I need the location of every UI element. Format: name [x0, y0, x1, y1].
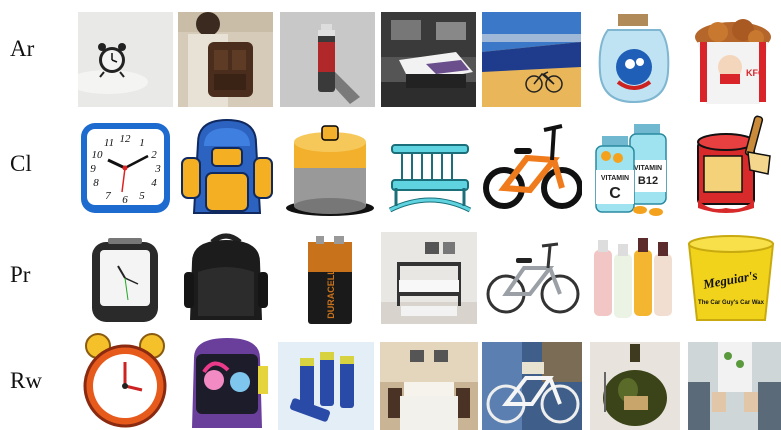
rw-backpack-image [184, 336, 270, 430]
cl-cradle-clipart [382, 120, 478, 217]
row-label-pr: Pr [10, 262, 31, 287]
cl-vitamins-clipart: VITAMIN B12 VITAMIN C [590, 120, 682, 218]
ar-bike-image [482, 12, 581, 107]
row-label-rw: Rw [10, 368, 42, 393]
rw-bottle-image [590, 342, 680, 430]
rw-buckets-image [688, 342, 781, 430]
rw-bedroom-image [380, 342, 478, 430]
clock-numeral: 11 [104, 137, 114, 149]
ar-kfc-bucket-image: KFC [688, 12, 778, 107]
duracell-label: DURACELL [326, 269, 336, 319]
pr-alarm-clock-image [78, 232, 173, 327]
clock-numeral: 4 [151, 177, 157, 189]
clock-numeral: 5 [139, 190, 145, 202]
vitamin-b-label: VITAMIN [634, 165, 662, 172]
clock-numeral: 7 [105, 190, 111, 202]
row-label-ar: Ar [10, 36, 35, 61]
ar-jar-image [588, 12, 680, 107]
ar-backpack-image [178, 12, 273, 107]
clock-numeral: 2 [151, 149, 157, 161]
rw-alarm-clock-clipart [78, 332, 172, 430]
clock-numeral: 8 [93, 177, 99, 189]
ar-bed-image [381, 12, 476, 107]
pr-backpack-image [178, 232, 274, 327]
pr-bed-image [381, 232, 477, 324]
vitamin-c-label: VITAMIN [601, 175, 629, 182]
clock-numeral: 10 [92, 149, 104, 161]
pr-bucket-image: Meguiar's The Car Guy's Car Wax [685, 232, 777, 324]
pr-bottles-image [588, 232, 680, 326]
ar-alarm-clock-image [78, 12, 173, 107]
cl-battery-clipart [284, 120, 376, 217]
meguiars-slogan-text: The Car Guy's Car Wax [698, 300, 765, 306]
rw-bike-image [482, 342, 582, 430]
kfc-logo-text: KFC [746, 68, 765, 78]
ar-battery-image [280, 12, 375, 107]
pr-bike-image [484, 232, 582, 324]
clock-numeral: 6 [122, 194, 128, 206]
vitamin-c-letter: C [609, 185, 621, 202]
rw-batteries-image [278, 342, 374, 430]
pr-battery-image: DURACELL [302, 234, 358, 326]
cl-backpack-clipart [178, 118, 276, 220]
clock-numeral: 9 [90, 163, 96, 175]
clock-numeral: 12 [120, 133, 132, 145]
vitamin-b-letter: B12 [638, 175, 658, 187]
clock-numeral: 3 [154, 163, 161, 175]
cl-bike-clipart [482, 118, 582, 218]
cl-alarm-clock-clipart: 12 1 2 3 4 5 6 7 8 9 10 11 [78, 120, 173, 218]
row-label-cl: Cl [10, 151, 32, 176]
clock-numeral: 1 [139, 137, 145, 149]
cl-paint-can-clipart [690, 112, 778, 220]
